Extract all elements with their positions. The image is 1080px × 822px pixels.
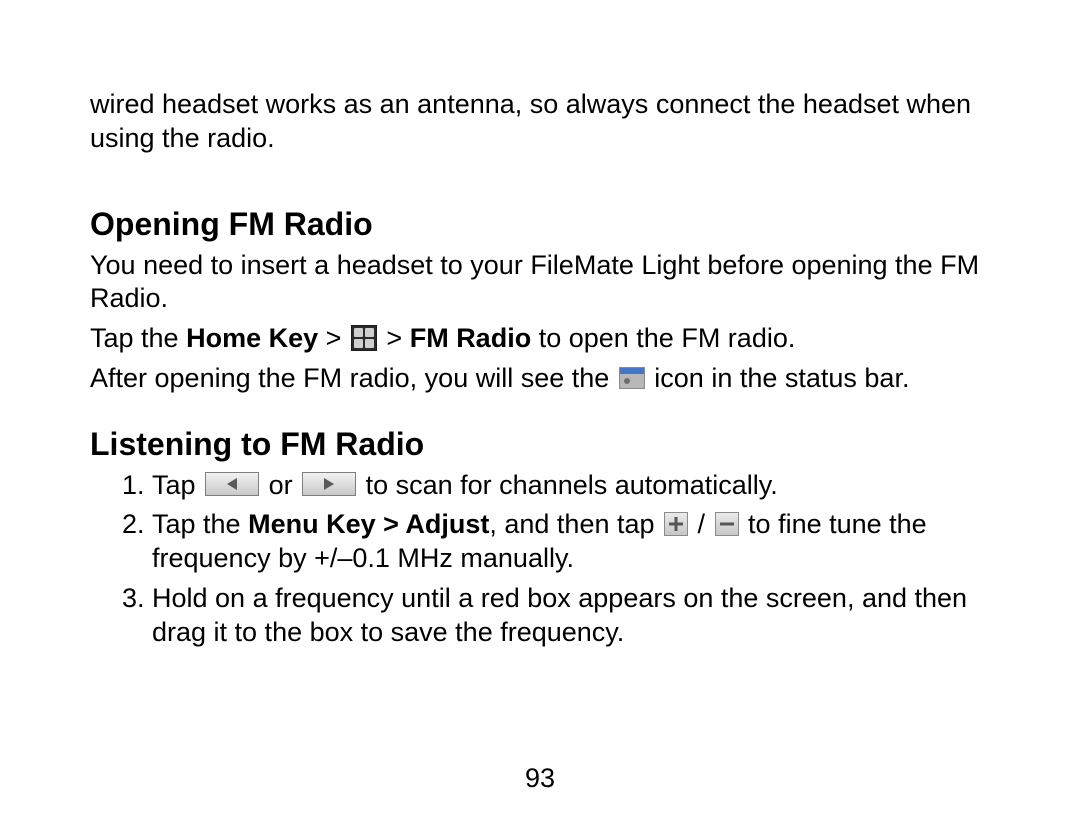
- plus-icon: [664, 512, 688, 536]
- listening-steps-list: Tap or to scan for channels automaticall…: [90, 469, 990, 650]
- text-fragment: Tap the: [90, 323, 186, 353]
- text-fragment: or: [269, 470, 301, 500]
- manual-page: wired headset works as an antenna, so al…: [0, 0, 1080, 822]
- opening-paragraph-1: You need to insert a headset to your Fil…: [90, 249, 990, 317]
- opening-tap-line: Tap the Home Key > > FM Radio to open th…: [90, 322, 990, 356]
- text-fragment: >: [318, 323, 349, 353]
- heading-listening-fm-radio: Listening to FM Radio: [90, 426, 990, 463]
- scan-right-icon: [302, 472, 356, 496]
- intro-paragraph: wired headset works as an antenna, so al…: [90, 88, 990, 156]
- step-2: Tap the Menu Key > Adjust, and then tap …: [152, 508, 990, 576]
- opening-after-line: After opening the FM radio, you will see…: [90, 362, 990, 396]
- text-fragment: icon in the status bar.: [654, 363, 909, 393]
- text-fragment: Tap the: [152, 509, 248, 539]
- text-fragment: to open the FM radio.: [531, 323, 795, 353]
- text-fragment: >: [386, 323, 409, 353]
- menu-key-adjust-label: Menu Key > Adjust: [248, 509, 489, 539]
- text-fragment: to scan for channels automatically.: [366, 470, 778, 500]
- heading-opening-fm-radio: Opening FM Radio: [90, 206, 990, 243]
- page-number: 93: [0, 763, 1080, 794]
- text-fragment: /: [690, 509, 713, 539]
- app-grid-icon: [351, 325, 377, 351]
- minus-icon: [715, 512, 739, 536]
- home-key-label: Home Key: [186, 323, 318, 353]
- text-fragment: , and then tap: [489, 509, 662, 539]
- fm-radio-label: FM Radio: [410, 323, 532, 353]
- step-3: Hold on a frequency until a red box appe…: [152, 582, 990, 650]
- scan-left-icon: [205, 472, 259, 496]
- fm-radio-status-icon: [619, 367, 645, 389]
- text-fragment: Tap: [152, 470, 203, 500]
- step-1: Tap or to scan for channels automaticall…: [152, 469, 990, 503]
- text-fragment: After opening the FM radio, you will see…: [90, 363, 617, 393]
